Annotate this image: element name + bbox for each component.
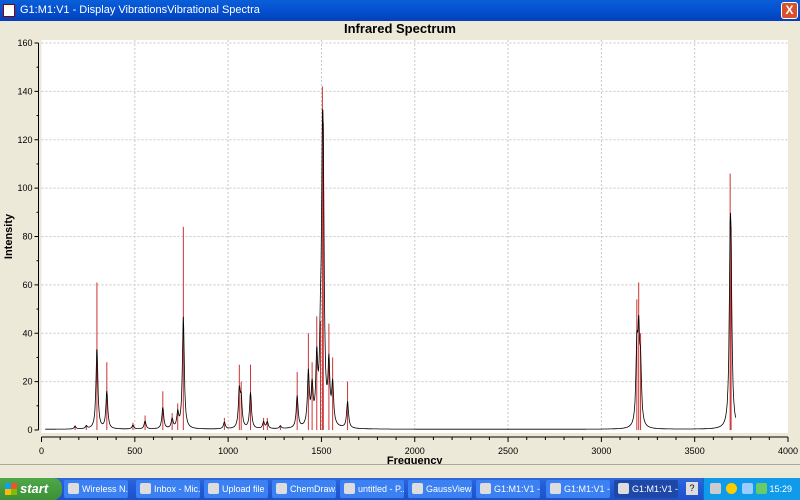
taskbar-button[interactable]: Upload file ...	[204, 480, 268, 498]
y-tick-label: 40	[22, 328, 32, 338]
x-tick-label: 1500	[311, 446, 331, 456]
app-icon	[344, 483, 355, 494]
tray-icon[interactable]	[710, 483, 721, 494]
close-button[interactable]: X	[781, 2, 798, 19]
y-tick-label: 20	[22, 377, 32, 387]
security-icon[interactable]	[756, 483, 767, 494]
y-tick-label: 80	[22, 232, 32, 242]
app-icon	[618, 483, 629, 494]
taskbar-button[interactable]: untitled - P...	[340, 480, 404, 498]
y-tick-label: 120	[17, 135, 32, 145]
status-bar	[0, 464, 800, 478]
clock: 15:29	[769, 484, 792, 494]
y-tick-label: 0	[27, 425, 32, 435]
y-tick-label: 100	[17, 183, 32, 193]
taskbar-button[interactable]: G1:M1:V1 -...	[476, 480, 540, 498]
window-title: G1:M1:V1 - Display VibrationsVibrational…	[20, 4, 260, 16]
x-tick-label: 3500	[685, 446, 705, 456]
app-icon	[276, 483, 287, 494]
taskbar-button[interactable]: Inbox - Mic...	[136, 480, 200, 498]
taskbar-button[interactable]: Wireless N...	[64, 480, 128, 498]
chart-title: Infrared Spectrum	[344, 21, 456, 36]
x-tick-label: 1000	[218, 446, 238, 456]
title-bar: G1:M1:V1 - Display VibrationsVibrational…	[0, 0, 800, 21]
start-button[interactable]: start	[0, 478, 62, 500]
x-tick-label: 0	[39, 446, 44, 456]
taskbar-button[interactable]: G1:M1:V1 -...	[614, 480, 678, 498]
y-axis-label: Intensity	[3, 213, 15, 259]
x-axis-label: Frequency	[387, 455, 444, 464]
windows-flag-icon	[5, 483, 17, 495]
y-tick-label: 160	[17, 38, 32, 48]
taskbar-button[interactable]: G1:M1:V1 -...	[546, 480, 610, 498]
y-tick-label: 60	[22, 280, 32, 290]
x-tick-label: 500	[127, 446, 142, 456]
app-icon	[3, 4, 15, 17]
x-tick-label: 4000	[778, 446, 798, 456]
x-tick-label: 2500	[498, 446, 518, 456]
taskbar: start Wireless N... Inbox - Mic...Upload …	[0, 478, 800, 500]
network-icon[interactable]	[742, 483, 753, 494]
taskbar-button[interactable]: GaussView ...	[408, 480, 472, 498]
app-icon	[480, 483, 491, 494]
x-tick-label: 3000	[591, 446, 611, 456]
messenger-icon[interactable]	[726, 483, 737, 494]
app-icon	[208, 483, 219, 494]
app-icon	[412, 483, 423, 494]
system-tray: 15:29	[703, 478, 800, 500]
app-icon	[68, 483, 79, 494]
app-icon	[140, 483, 151, 494]
app-icon	[550, 483, 561, 494]
taskbar-button[interactable]: ChemDraw...	[272, 480, 336, 498]
y-tick-label: 140	[17, 86, 32, 96]
help-icon[interactable]: ?	[686, 482, 698, 495]
ir-spectrum-chart: 0204060801001201401600 500 1000 1500 2000 250…	[3, 38, 798, 464]
